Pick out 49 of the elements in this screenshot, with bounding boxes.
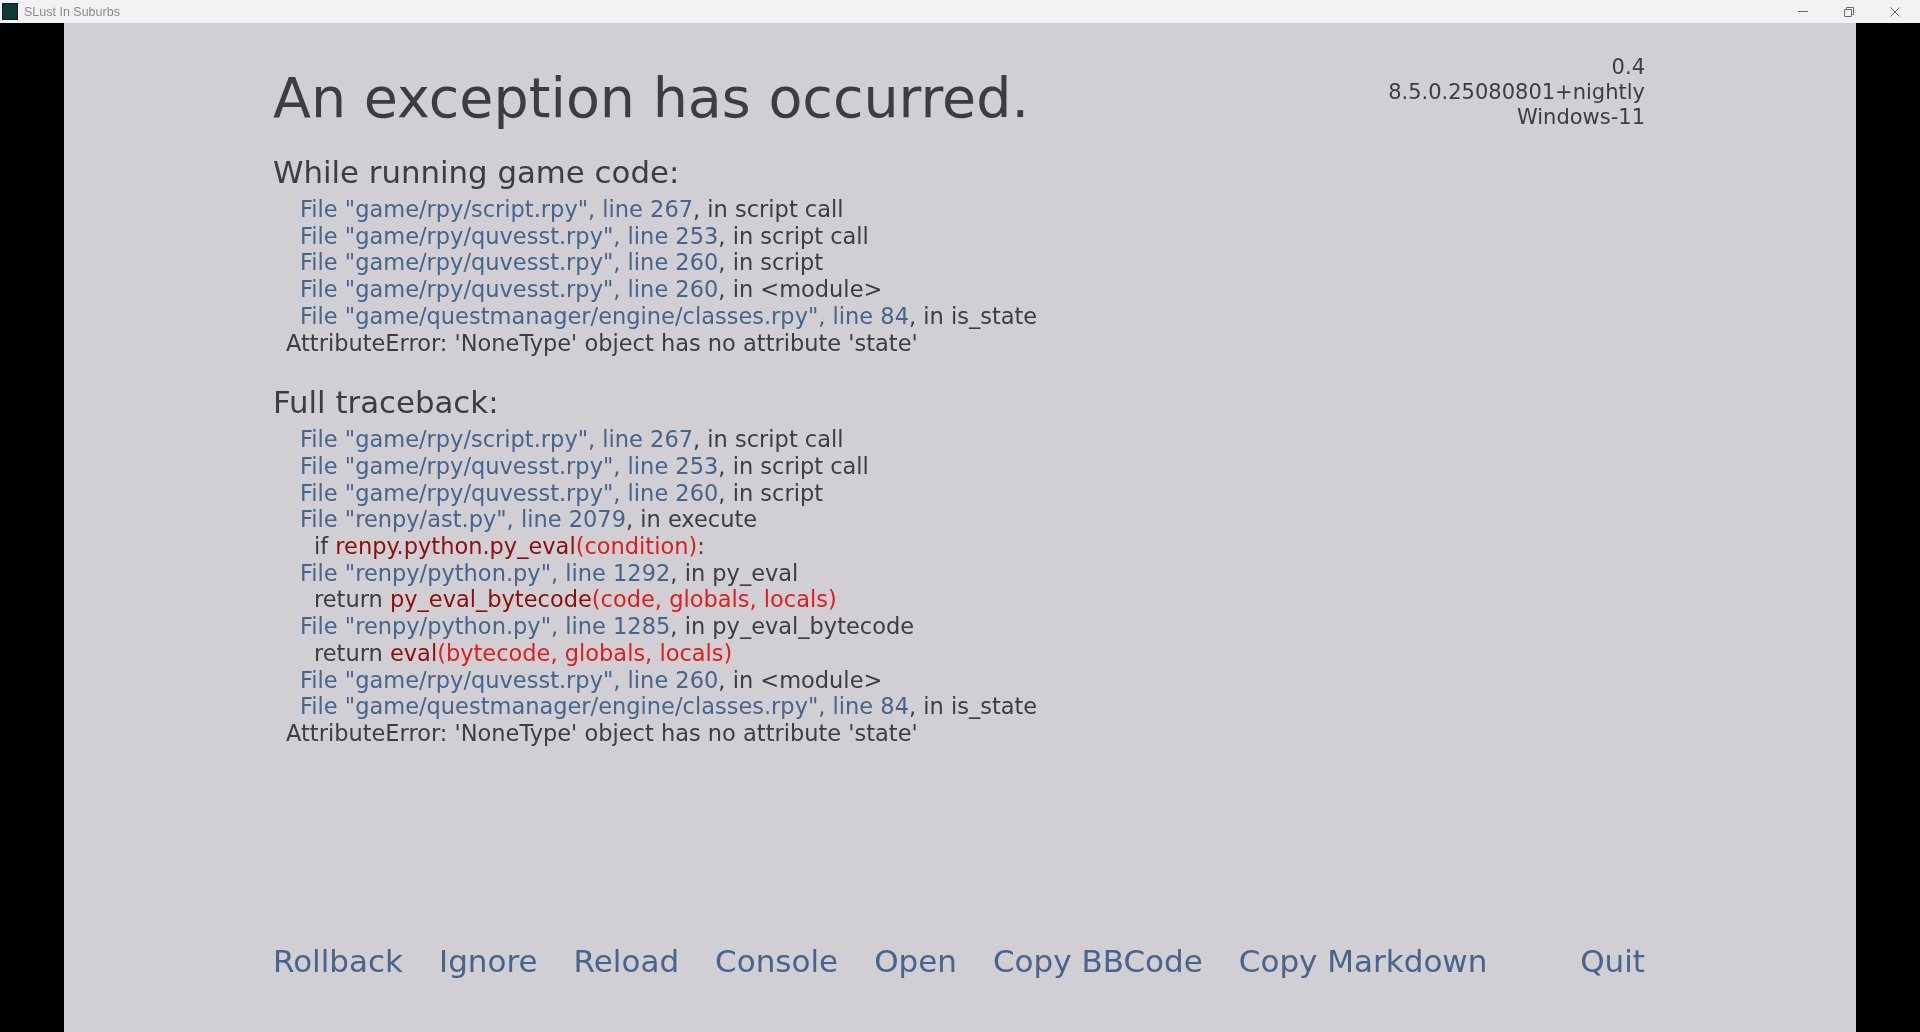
file-link[interactable]: File "game/rpy/quvesst.rpy", line 253: [300, 452, 719, 479]
frame-context: , in script: [718, 479, 823, 506]
app-icon: [2, 3, 18, 20]
frame-context: , in <module>: [718, 276, 883, 303]
file-link[interactable]: File "game/questmanager/engine/classes.rpy", line 84: [300, 693, 909, 720]
frame-context: , in is_state: [909, 693, 1038, 720]
file-link[interactable]: File "game/rpy/quvesst.rpy", line 260: [300, 249, 719, 276]
action-button[interactable]: Copy Markdown: [1238, 943, 1488, 979]
file-link[interactable]: File "game/questmanager/engine/classes.rpy", line 84: [300, 302, 909, 329]
frame-context: , in script call: [693, 426, 844, 453]
file-link[interactable]: File "game/rpy/quvesst.rpy", line 260: [300, 666, 719, 693]
window-title: SLust In Suburbs: [24, 4, 120, 19]
version-line: 8.5.0.25080801+nightly: [1388, 80, 1645, 105]
error-message: AttributeError: 'NoneType' object has no attribute 'state': [286, 329, 918, 356]
error-message: AttributeError: 'NoneType' object has no attribute 'state': [286, 719, 918, 746]
action-button[interactable]: Copy BBCode: [992, 943, 1203, 979]
source-code-line: if renpy.python.py_eval(condition):: [314, 533, 705, 560]
frame-context: , in <module>: [718, 666, 883, 693]
file-link[interactable]: File "game/rpy/quvesst.rpy", line 253: [300, 222, 719, 249]
quit-button[interactable]: Quit: [1580, 943, 1645, 979]
action-button[interactable]: Open: [874, 943, 957, 979]
section-heading: Full traceback:: [273, 384, 499, 421]
frame-context: , in script call: [718, 222, 869, 249]
action-button[interactable]: Ignore: [439, 943, 538, 979]
frame-context: , in script call: [718, 452, 869, 479]
source-code-line: return py_eval_bytecode(code, globals, locals): [314, 586, 837, 613]
frame-context: , in script: [718, 249, 823, 276]
file-link[interactable]: File "renpy/ast.py", line 2079: [300, 506, 626, 533]
frame-context: , in script call: [693, 196, 844, 222]
action-button[interactable]: Console: [715, 943, 839, 979]
frame-context: , in py_eval_bytecode: [670, 613, 915, 640]
source-code-line: return eval(bytecode, globals, locals): [314, 639, 733, 666]
frame-context: , in is_state: [909, 302, 1038, 329]
file-link[interactable]: File "game/rpy/script.rpy", line 267: [300, 196, 694, 222]
file-link[interactable]: File "game/rpy/quvesst.rpy", line 260: [300, 479, 719, 506]
version-line: Windows-11: [1515, 105, 1645, 130]
error-title: An exception has occurred.: [273, 66, 1030, 130]
file-link[interactable]: File "renpy/python.py", line 1292: [300, 559, 671, 586]
frame-context: , in py_eval: [670, 559, 799, 586]
restore-icon[interactable]: [1844, 6, 1854, 17]
action-button[interactable]: Rollback: [273, 943, 403, 979]
file-link[interactable]: File "game/rpy/script.rpy", line 267: [300, 426, 694, 453]
file-link[interactable]: File "renpy/python.py", line 1285: [300, 613, 671, 640]
action-button[interactable]: Reload: [573, 943, 680, 979]
frame-context: , in execute: [625, 506, 758, 533]
close-icon[interactable]: [1890, 6, 1900, 17]
section-heading: While running game code:: [273, 154, 680, 190]
file-link[interactable]: File "game/rpy/quvesst.rpy", line 260: [300, 276, 719, 303]
version-line: 0.4: [1610, 55, 1645, 80]
